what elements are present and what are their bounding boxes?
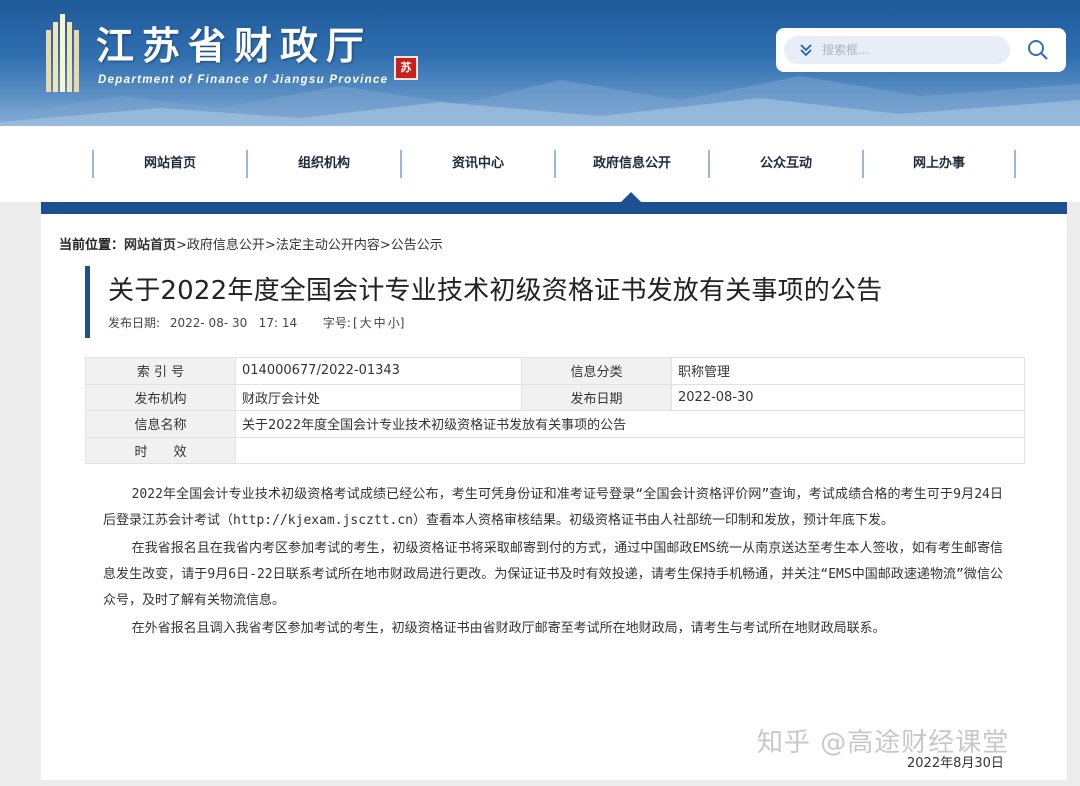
nav-item-organization[interactable]: 组织机构: [246, 150, 400, 178]
org-label: 发布机构: [85, 383, 236, 411]
header-banner: 江苏省财政厅 Department of Finance of Jiangsu …: [0, 0, 1080, 126]
date-label: 发布日期: [521, 383, 672, 411]
index-value: 014000677/2022-01343: [235, 357, 522, 385]
paragraph-2: 在我省报名且在我省内考区参加考试的考生，初级资格证书将采取邮寄到付的方式，通过中…: [103, 541, 1003, 608]
table-row: 时 效: [85, 436, 1025, 464]
font-bracket-close: ]: [399, 316, 405, 330]
date-value: 2022-08-30: [671, 383, 1025, 411]
search-box: [776, 28, 1066, 72]
sign-date: 2022年8月30日: [907, 756, 1004, 771]
font-bracket-open: [: [352, 316, 358, 330]
table-row: 信息名称 关于2022年度全国会计专业技术初级资格证书发放有关事项的公告: [85, 410, 1025, 438]
name-value: 关于2022年度全国会计专业技术初级资格证书发放有关事项的公告: [235, 410, 1025, 438]
nav-item-gov-info[interactable]: 政府信息公开: [554, 150, 708, 178]
name-label: 信息名称: [85, 410, 236, 438]
tower-logo-icon: [46, 14, 79, 92]
search-field-wrap: [784, 36, 1010, 64]
nav-bottom-bar: [41, 202, 1067, 214]
nav-item-online-service[interactable]: 网上办事: [862, 150, 1016, 178]
nav-item-home[interactable]: 网站首页: [92, 150, 246, 178]
breadcrumb-home-link[interactable]: 网站首页: [124, 238, 176, 253]
paragraph-3: 在外省报名且调入我省考区参加考试的考生，初级资格证书由省财政厅邮寄至考试所在地财…: [131, 621, 886, 636]
font-small-button[interactable]: 小: [388, 316, 400, 330]
search-icon[interactable]: [1026, 38, 1050, 62]
article-meta: 发布日期: 2022- 08- 30 17: 14 字号:[大中小]: [108, 314, 410, 331]
font-medium-button[interactable]: 中: [374, 316, 386, 330]
table-row: 索 引 号 014000677/2022-01343 信息分类 职称管理: [85, 357, 1025, 385]
article-title: 关于2022年度全国会计专业技术初级资格证书发放有关事项的公告: [108, 276, 883, 306]
org-value: 财政厅会计处: [235, 383, 522, 411]
site-subtitle: Department of Finance of Jiangsu Provinc…: [98, 74, 389, 86]
font-large-button[interactable]: 大: [360, 316, 372, 330]
paragraph-1: 2022年全国会计专业技术初级资格考试成绩已经公布，考生可凭身份证和准考证号登录…: [103, 487, 1003, 528]
breadcrumb-prefix: 当前位置：: [59, 238, 125, 253]
validity-label: 时 效: [85, 436, 236, 464]
nav-item-interaction[interactable]: 公众互动: [708, 150, 862, 178]
info-table: 索 引 号 014000677/2022-01343 信息分类 职称管理 发布机…: [85, 357, 1025, 464]
seal-logo: 苏: [394, 56, 418, 80]
site-title: 江苏省财政厅: [96, 23, 373, 68]
table-row: 发布机构 财政厅会计处 发布日期 2022-08-30: [85, 383, 1025, 411]
validity-value: [235, 436, 1025, 464]
publish-date-label: 发布日期:: [108, 316, 161, 330]
content-panel: 当前位置：网站首页>政府信息公开>法定主动公开内容>公告公示 关于2022年度全…: [41, 214, 1067, 780]
chevron-down-icon[interactable]: [798, 41, 814, 59]
category-label: 信息分类: [521, 357, 672, 385]
font-size-label: 字号:: [322, 316, 351, 330]
article-header: 关于2022年度全国会计专业技术初级资格证书发放有关事项的公告 发布日期: 20…: [85, 266, 985, 338]
active-nav-indicator: [621, 192, 641, 202]
search-input[interactable]: [822, 40, 1002, 60]
category-value: 职称管理: [671, 357, 1025, 385]
nav-item-news[interactable]: 资讯中心: [400, 150, 554, 178]
breadcrumb-path[interactable]: >政府信息公开>法定主动公开内容>公告公示: [176, 238, 443, 253]
publish-date: 2022- 08- 30 17: 14: [169, 316, 298, 330]
index-label: 索 引 号: [85, 357, 236, 385]
breadcrumb: 当前位置：网站首页>政府信息公开>法定主动公开内容>公告公示: [59, 234, 443, 253]
article-body: 2022年全国会计专业技术初级资格考试成绩已经公布，考生可凭身份证和准考证号登录…: [103, 482, 1003, 644]
nav-list: 网站首页 组织机构 资讯中心 政府信息公开 公众互动 网上办事: [92, 150, 1016, 178]
main-nav: 网站首页 组织机构 资讯中心 政府信息公开 公众互动 网上办事: [0, 126, 1080, 202]
